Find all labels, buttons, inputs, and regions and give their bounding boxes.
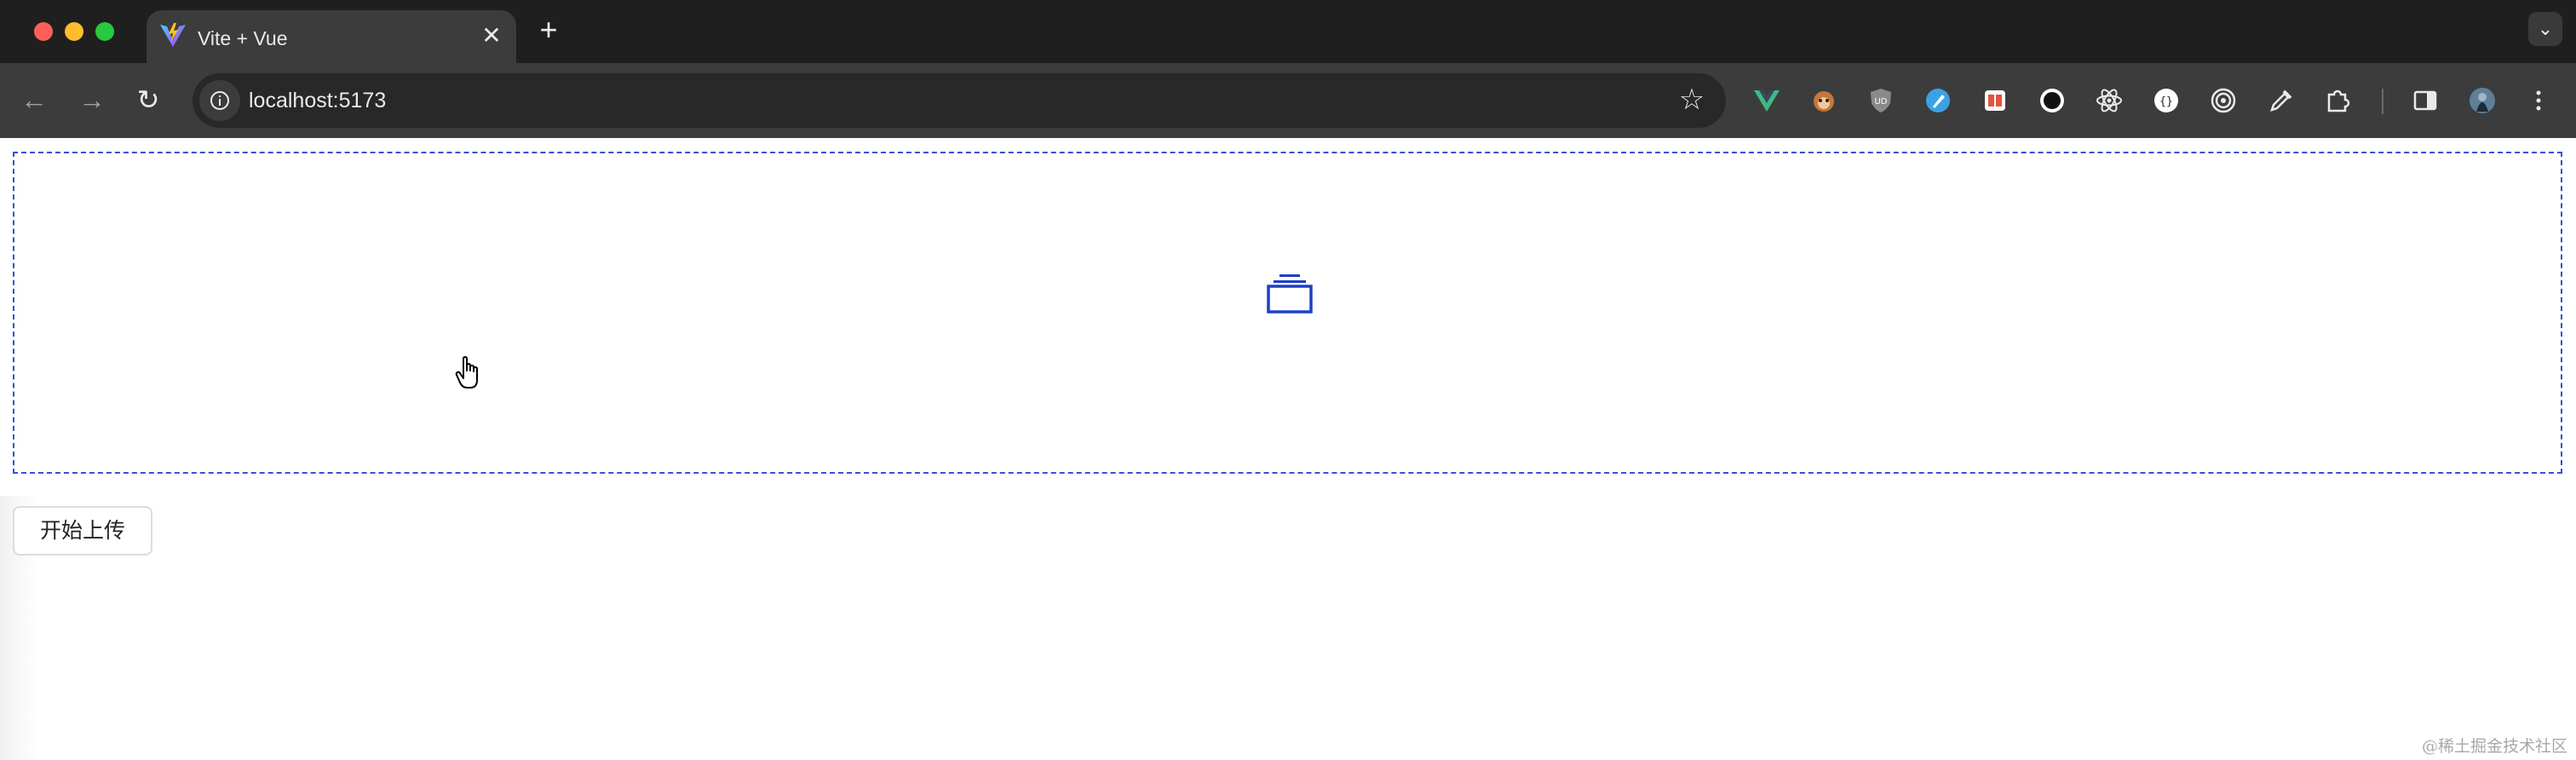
- circle-icon[interactable]: [2038, 86, 2067, 115]
- toolbar-separator: [2382, 89, 2383, 114]
- browser-toolbar: ← → ↻ localhost:5173 ☆ UD {}: [0, 63, 2576, 138]
- close-tab-icon[interactable]: ✕: [479, 24, 504, 49]
- target-icon[interactable]: [2209, 86, 2238, 115]
- hand-pointer-cursor-icon: [455, 356, 478, 389]
- minimize-window-button[interactable]: [65, 22, 83, 41]
- upload-stack-icon: [1267, 274, 1313, 314]
- side-panel-icon[interactable]: [2411, 86, 2440, 115]
- zoom-window-button[interactable]: [95, 22, 114, 41]
- profile-avatar-icon[interactable]: [2468, 86, 2497, 115]
- bookmark-star-icon[interactable]: ☆: [1675, 83, 1709, 118]
- page-content: 开始上传 @稀土掘金技术社区: [0, 138, 2576, 760]
- address-bar[interactable]: localhost:5173 ☆: [193, 73, 1726, 128]
- svg-text:UD: UD: [1874, 97, 1887, 107]
- upload-dropzone[interactable]: [13, 152, 2562, 474]
- vite-logo-icon: [160, 23, 186, 47]
- svg-text:{}: {}: [2159, 95, 2173, 108]
- tampermonkey-icon[interactable]: [1809, 86, 1838, 115]
- forward-button[interactable]: →: [73, 82, 111, 119]
- translate-icon[interactable]: [1981, 86, 2010, 115]
- close-window-button[interactable]: [34, 22, 53, 41]
- url-text[interactable]: localhost:5173: [249, 89, 386, 113]
- site-info-button[interactable]: [199, 80, 240, 121]
- vue-devtools-icon[interactable]: [1752, 86, 1781, 115]
- tab-search-button[interactable]: ⌄: [2528, 12, 2562, 46]
- json-viewer-icon[interactable]: {}: [2152, 86, 2181, 115]
- reload-button[interactable]: ↻: [129, 82, 167, 119]
- tab-vite-vue[interactable]: Vite + Vue ✕: [147, 10, 516, 63]
- react-devtools-icon[interactable]: [2095, 86, 2124, 115]
- puzzle-icon[interactable]: [2323, 86, 2352, 115]
- new-tab-button[interactable]: +: [533, 14, 564, 46]
- back-button[interactable]: ←: [15, 82, 53, 119]
- color-picker-icon[interactable]: [2266, 86, 2295, 115]
- tab-title: Vite + Vue: [198, 27, 288, 49]
- watermark-text: @稀土掘金技术社区: [2421, 737, 2567, 756]
- pen-icon[interactable]: [1923, 86, 1952, 115]
- more-menu-icon[interactable]: [2524, 86, 2553, 115]
- tab-strip: Vite + Vue ✕ + ⌄: [0, 0, 2576, 63]
- start-upload-button[interactable]: 开始上传: [13, 506, 152, 556]
- info-icon: [210, 91, 229, 110]
- ublock-icon[interactable]: UD: [1866, 86, 1895, 115]
